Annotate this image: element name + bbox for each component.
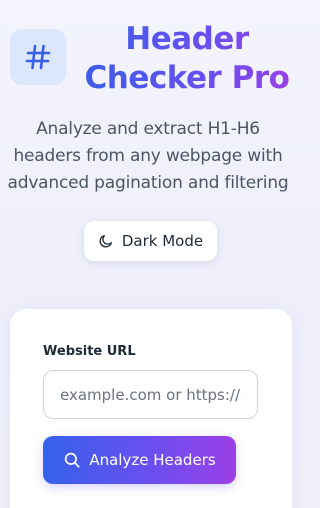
dark-mode-label: Dark Mode [121,232,204,250]
search-icon [65,452,80,468]
page-title: Header Checker Pro [78,20,296,98]
title-line-1: Header [125,21,249,57]
page-subtitle: Analyze and extract H1-H6 headers from a… [7,119,289,193]
hash-icon [25,44,51,70]
analyze-headers-button[interactable]: Analyze Headers [43,436,236,484]
moon-icon [99,235,112,248]
dark-mode-button[interactable]: Dark Mode [84,221,217,261]
app-logo [10,29,66,85]
analyze-headers-label: Analyze Headers [89,451,216,469]
url-input[interactable] [43,370,258,419]
title-line-2: Checker Pro [84,60,290,96]
url-label: Website URL [43,344,136,359]
